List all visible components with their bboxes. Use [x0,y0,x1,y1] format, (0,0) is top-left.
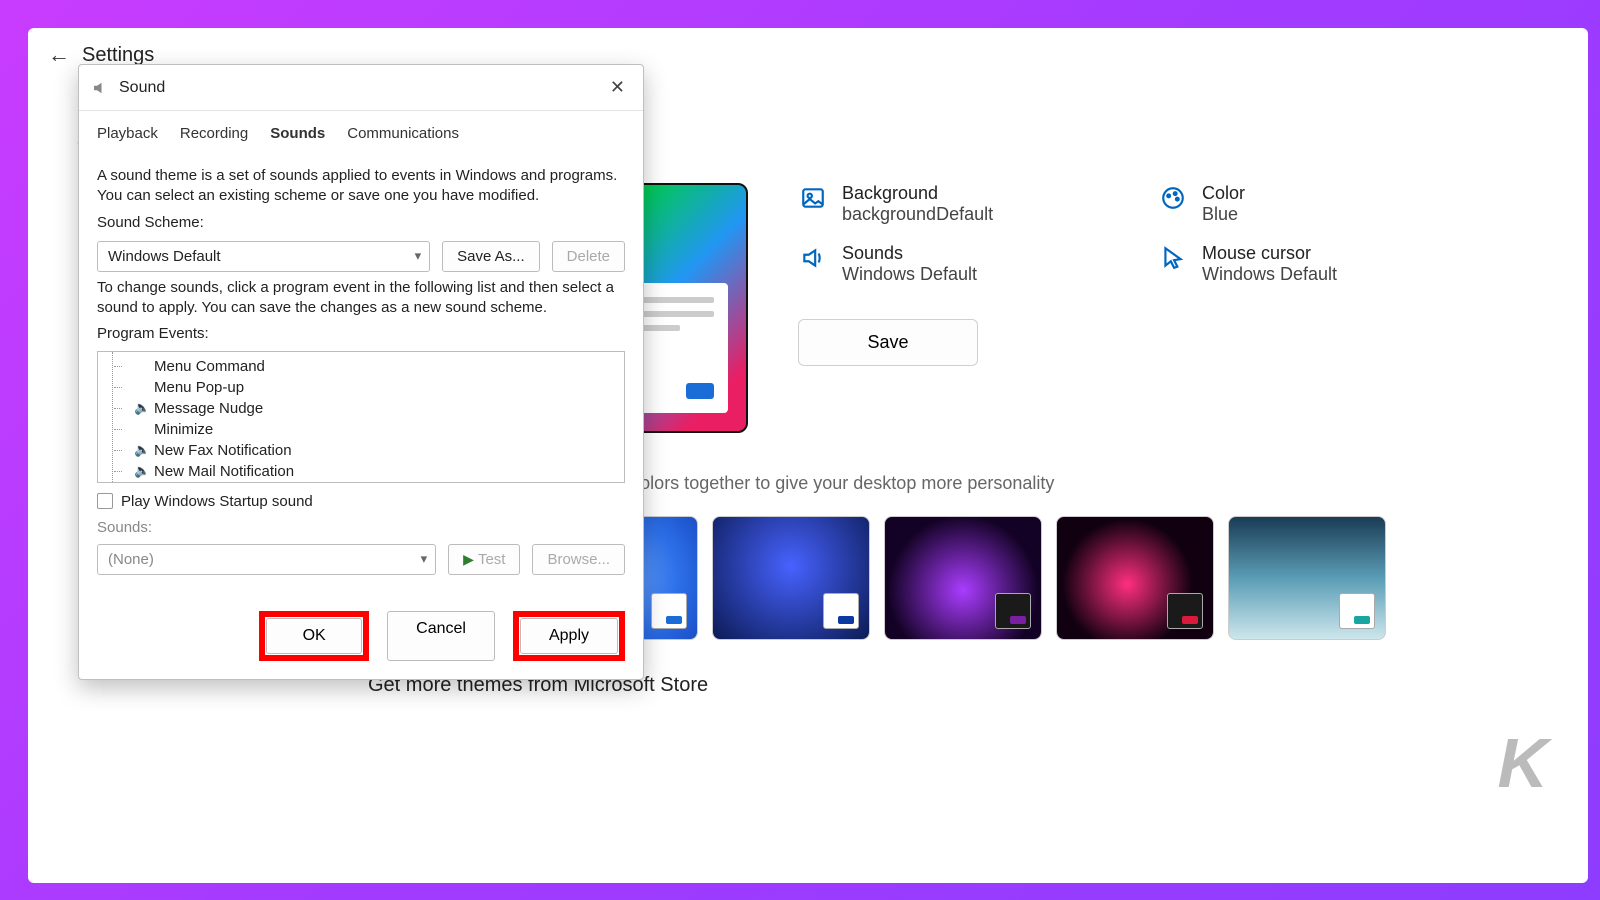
event-item[interactable]: 🔈New Mail Notification [100,461,622,482]
startup-sound-label: Play Windows Startup sound [121,493,313,510]
dialog-footer: OK Cancel Apply [79,599,643,679]
tab-sounds[interactable]: Sounds [266,121,329,150]
startup-sound-checkbox[interactable] [97,493,113,509]
program-events-list[interactable]: Menu Command Menu Pop-up 🔈Message Nudge … [97,351,625,483]
dialog-titlebar: Sound ✕ [79,65,643,111]
sound-dialog: Sound ✕ Playback Recording Sounds Commun… [78,64,644,680]
intro-text: A sound theme is a set of sounds applied… [97,166,625,207]
prop-sounds[interactable]: SoundsWindows Default [798,243,1098,285]
theme-thumb-6[interactable] [1228,516,1386,640]
play-icon: ▶ [463,551,474,567]
speaker-icon [798,243,828,273]
image-icon [798,183,828,213]
theme-thumb-3[interactable] [712,516,870,640]
ok-button[interactable]: OK [266,618,362,654]
apply-button[interactable]: Apply [520,618,618,654]
theme-thumb-4[interactable] [884,516,1042,640]
prop-background[interactable]: BackgroundbackgroundDefault [798,183,1098,225]
sound-scheme-combo[interactable]: Windows Default [97,241,430,272]
browse-button: Browse... [532,544,625,575]
startup-sound-row[interactable]: Play Windows Startup sound [97,493,625,510]
change-hint: To change sounds, click a program event … [97,278,625,319]
speaker-icon: 🔈 [134,442,148,458]
apply-highlight: Apply [513,611,625,661]
cancel-button[interactable]: Cancel [387,611,495,661]
event-item[interactable]: Minimize [100,419,622,440]
dialog-tabs: Playback Recording Sounds Communications [79,111,643,150]
test-button: ▶Test [448,544,520,575]
events-label: Program Events: [97,324,625,344]
speaker-icon: 🔈 [134,400,148,416]
sound-dialog-icon [91,79,109,97]
cursor-icon [1158,243,1188,273]
scheme-label: Sound Scheme: [97,213,625,233]
save-theme-button[interactable]: Save [798,319,978,366]
dialog-body: A sound theme is a set of sounds applied… [79,150,643,599]
close-icon[interactable]: ✕ [604,75,631,100]
event-item[interactable]: Menu Command [100,356,622,377]
speaker-icon: 🔈 [134,463,148,479]
event-item[interactable]: 🔈Message Nudge [100,398,622,419]
tab-communications[interactable]: Communications [343,121,463,150]
event-item[interactable]: 🔈New Fax Notification [100,440,622,461]
tab-playback[interactable]: Playback [93,121,162,150]
palette-icon [1158,183,1188,213]
theme-properties: BackgroundbackgroundDefault ColorBlue So… [798,183,1548,366]
dialog-title: Sound [119,79,165,97]
back-icon[interactable]: ← [48,42,70,68]
watermark: K [1497,723,1548,803]
sounds-combo[interactable]: (None) [97,544,436,575]
theme-thumb-5[interactable] [1056,516,1214,640]
tab-recording[interactable]: Recording [176,121,252,150]
delete-button: Delete [552,241,625,272]
event-item[interactable]: Menu Pop-up [100,377,622,398]
sounds-label: Sounds: [97,518,625,538]
prop-color[interactable]: ColorBlue [1158,183,1458,225]
save-as-button[interactable]: Save As... [442,241,540,272]
ok-highlight: OK [259,611,369,661]
prop-cursor[interactable]: Mouse cursorWindows Default [1158,243,1458,285]
